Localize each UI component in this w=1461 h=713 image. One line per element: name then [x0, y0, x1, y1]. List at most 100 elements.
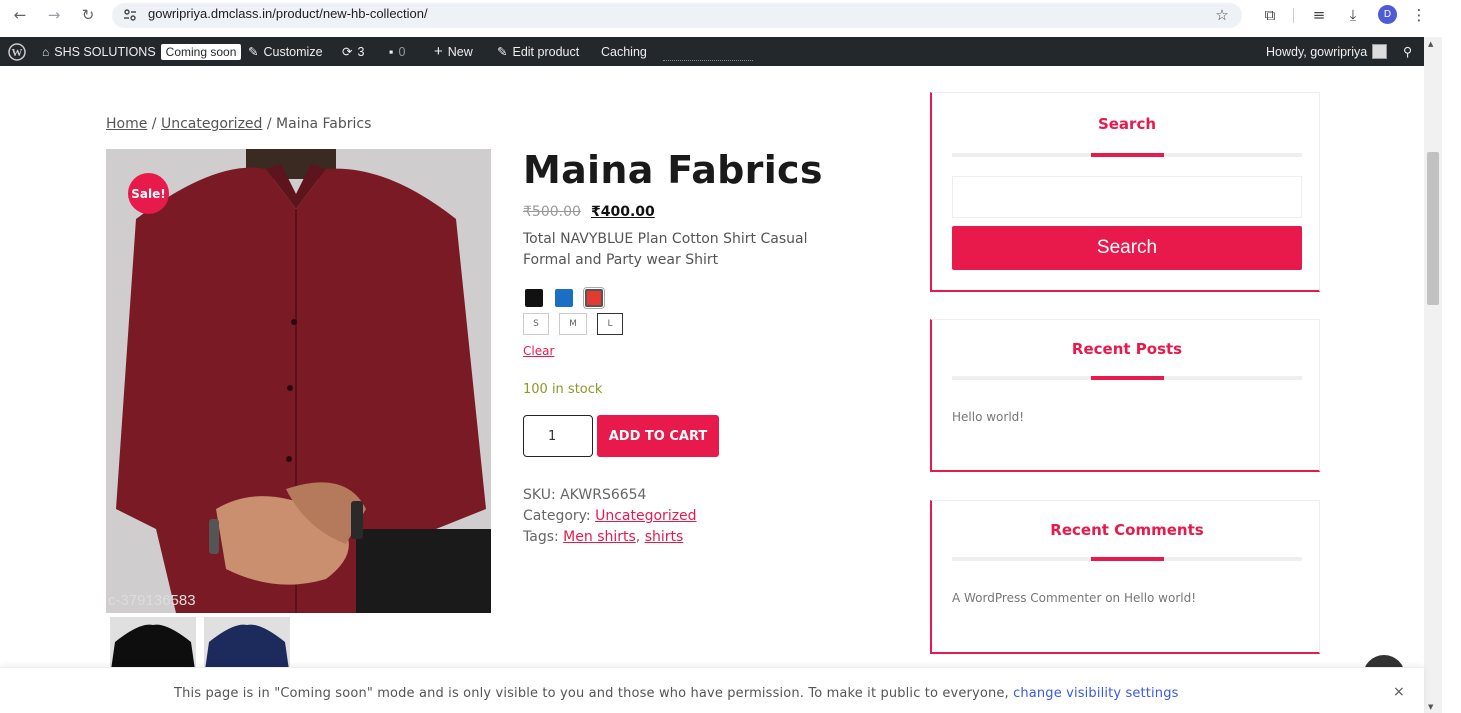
sku-value: AKWRS6654: [560, 487, 647, 503]
wp-admin-bar: W ⌂ SHS SOLUTIONS Coming soon ✎ Customiz…: [0, 37, 1424, 66]
site-settings-icon[interactable]: [122, 7, 138, 23]
breadcrumb-separator: /: [266, 116, 272, 132]
menu-kebab-icon[interactable]: ⋮: [1408, 4, 1430, 26]
tags-label: Tags:: [523, 529, 559, 545]
close-icon[interactable]: ×: [1393, 684, 1405, 700]
size-option-m[interactable]: M: [559, 313, 587, 335]
widget-title-accent: [1091, 376, 1164, 380]
updates-count: 3: [357, 44, 365, 59]
user-avatar: [1372, 44, 1388, 59]
coming-soon-badge: Coming soon: [160, 43, 242, 60]
notice-text: This page is in "Coming soon" mode and i…: [174, 686, 1009, 701]
scroll-down-arrow-icon[interactable]: ▼: [1428, 703, 1433, 711]
svg-text:W: W: [12, 47, 23, 59]
adminbar-dotted-divider: [663, 60, 753, 61]
category-label: Category:: [523, 508, 591, 524]
recent-comments-title: Recent Comments: [1050, 521, 1204, 539]
admin-search-icon[interactable]: ⚲: [1403, 37, 1412, 66]
back-arrow-icon[interactable]: ←: [10, 5, 30, 25]
search-widget-title: Search: [1097, 115, 1157, 133]
widget-title-accent: [1091, 153, 1164, 157]
reload-icon[interactable]: ↻: [78, 5, 98, 25]
url-text[interactable]: gowripriya.dmclass.in/product/new-hb-col…: [148, 6, 428, 21]
shirt-illustration: [106, 149, 491, 613]
comments-link[interactable]: ▪ 0: [389, 37, 405, 66]
product-main-image[interactable]: [106, 149, 491, 613]
brush-icon: ✎: [248, 45, 259, 59]
size-option-l[interactable]: L: [597, 313, 623, 335]
recent-posts-title: Recent Posts: [1071, 340, 1183, 358]
site-name: SHS SOLUTIONS: [54, 44, 156, 59]
widget-title-accent: [1091, 557, 1164, 561]
scroll-up-arrow-icon[interactable]: ▲: [1428, 40, 1433, 48]
edit-product-link[interactable]: ✎ Edit product: [497, 37, 579, 66]
edit-product-label: Edit product: [512, 44, 580, 59]
breadcrumb-separator: /: [151, 116, 157, 132]
new-content-link[interactable]: + New: [434, 37, 473, 66]
tag-link-men-shirts[interactable]: Men shirts: [563, 529, 636, 545]
wordpress-logo-icon[interactable]: W: [8, 37, 26, 66]
breadcrumb-current: Maina Fabrics: [276, 116, 372, 132]
recent-comments-widget: Recent Comments A WordPress Commenter on…: [930, 500, 1320, 654]
search-input[interactable]: [952, 176, 1302, 218]
forward-arrow-icon[interactable]: →: [44, 5, 64, 25]
customize-link[interactable]: ✎ Customize: [248, 37, 323, 66]
comments-count: 0: [398, 44, 406, 59]
color-swatch-blue[interactable]: [555, 289, 573, 307]
browser-toolbar: ← → ↻ gowripriya.dmclass.in/product/new-…: [0, 0, 1461, 31]
change-visibility-link[interactable]: change visibility settings: [1013, 686, 1178, 701]
stock-status: 100 in stock: [523, 382, 603, 397]
extensions-icon[interactable]: ⧉: [1259, 4, 1281, 26]
toolbar-divider: [1293, 8, 1294, 23]
caching-link[interactable]: Caching: [601, 37, 647, 66]
search-widget: Search Search: [930, 92, 1320, 292]
site-name-menu[interactable]: ⌂ SHS SOLUTIONS Coming soon: [42, 37, 242, 66]
reading-list-icon[interactable]: ≡: [1308, 4, 1330, 26]
regular-price: ₹500.00: [523, 204, 581, 220]
download-icon[interactable]: ⤓: [1342, 4, 1364, 26]
category-link[interactable]: Uncategorized: [595, 508, 696, 524]
dashboard-icon: ⌂: [42, 44, 50, 59]
recent-posts-widget: Recent Posts Hello world!: [930, 319, 1320, 472]
size-option-s[interactable]: S: [523, 313, 549, 335]
sku-label: SKU:: [523, 487, 556, 503]
sale-price: ₹400.00: [591, 204, 655, 220]
scrollbar-thumb[interactable]: [1427, 152, 1439, 305]
sale-badge: Sale!: [128, 173, 169, 214]
recent-post-link[interactable]: Hello world!: [952, 410, 1024, 424]
coming-soon-notice: This page is in "Coming soon" mode and i…: [0, 667, 1424, 713]
tag-link-shirts[interactable]: shirts: [645, 529, 684, 545]
bookmark-star-icon[interactable]: ☆: [1211, 4, 1233, 26]
product-short-description: Total NAVYBLUE Plan Cotton Shirt Casual …: [523, 231, 808, 268]
color-swatch-red[interactable]: [583, 287, 605, 309]
search-button[interactable]: Search: [952, 226, 1302, 270]
pencil-icon: ✎: [497, 45, 508, 59]
product-title: Maina Fabrics: [523, 148, 823, 192]
product-tags: Tags: Men shirts, shirts: [523, 529, 683, 545]
add-to-cart-button[interactable]: ADD TO CART: [597, 415, 719, 457]
scrollbar-track[interactable]: [1424, 37, 1442, 713]
updates-icon: ⟳: [342, 45, 353, 59]
product-category: Category: Uncategorized: [523, 508, 697, 524]
clear-variations-link[interactable]: Clear: [523, 344, 554, 358]
color-swatch-black[interactable]: [525, 289, 543, 307]
breadcrumb: Home / Uncategorized / Maina Fabrics: [106, 116, 371, 132]
tag-separator: ,: [635, 529, 641, 545]
customize-label: Customize: [263, 44, 323, 59]
quantity-input[interactable]: 1: [523, 415, 593, 457]
my-account-menu[interactable]: Howdy, gowripriya: [1266, 37, 1388, 66]
breadcrumb-category-link[interactable]: Uncategorized: [161, 116, 262, 132]
recent-comment-link[interactable]: A WordPress Commenter on Hello world!: [952, 591, 1196, 605]
profile-avatar[interactable]: D: [1378, 5, 1397, 24]
plus-icon: +: [434, 43, 443, 60]
caching-label: Caching: [601, 44, 647, 59]
notice-message: This page is in "Coming soon" mode and i…: [174, 686, 1179, 701]
image-watermark-code: c-379136583: [108, 592, 196, 609]
new-label: New: [447, 44, 473, 59]
product-sku: SKU: AKWRS6654: [523, 487, 646, 503]
breadcrumb-home-link[interactable]: Home: [106, 116, 147, 132]
comment-bubble-icon: ▪: [389, 44, 394, 59]
page-content: Home / Uncategorized / Maina Fabrics Sal: [0, 66, 1424, 713]
updates-link[interactable]: ⟳ 3: [342, 37, 364, 66]
howdy-text: Howdy, gowripriya: [1266, 44, 1368, 59]
